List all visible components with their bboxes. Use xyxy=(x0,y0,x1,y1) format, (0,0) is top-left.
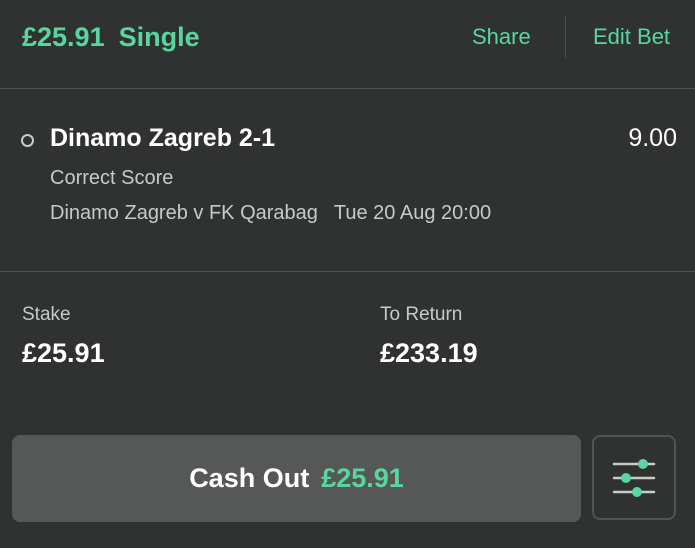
cash-out-button[interactable]: Cash Out £25.91 xyxy=(12,435,581,522)
sliders-icon xyxy=(612,458,656,497)
bet-header: £25.91 Single Share Edit Bet xyxy=(0,0,695,88)
bet-amount: £25.91 xyxy=(22,22,105,52)
radio-circle-icon xyxy=(21,134,34,147)
market-name: Correct Score xyxy=(50,167,174,189)
cash-out-label: Cash Out xyxy=(189,463,310,493)
bet-type: Single xyxy=(118,22,200,52)
selection-name: Dinamo Zagreb 2-1 xyxy=(50,124,276,152)
header-divider xyxy=(565,16,566,58)
cash-out-settings-button[interactable] xyxy=(592,435,676,520)
stake-value: £25.91 xyxy=(22,338,105,368)
bet-summary: Stake £25.91 To Return £233.19 xyxy=(0,272,695,422)
event-name: Dinamo Zagreb v FK Qarabag xyxy=(50,202,318,224)
bet-title: £25.91 Single xyxy=(22,22,200,53)
event-datetime: Tue 20 Aug 20:00 xyxy=(333,202,492,224)
return-value: £233.19 xyxy=(380,338,478,368)
cash-out-amount: £25.91 xyxy=(321,463,404,493)
event-info: Dinamo Zagreb v FK Qarabag Tue 20 Aug 20:… xyxy=(50,202,491,225)
stake-label: Stake xyxy=(22,304,71,325)
return-label: To Return xyxy=(380,304,463,325)
bet-card: £25.91 Single Share Edit Bet Dinamo Zagre… xyxy=(0,0,695,548)
selection-row: Dinamo Zagreb 2-1 9.00 Correct Score Din… xyxy=(0,89,695,271)
selection-odds: 9.00 xyxy=(628,124,677,152)
share-button[interactable]: Share xyxy=(472,24,531,50)
edit-bet-button[interactable]: Edit Bet xyxy=(593,24,670,50)
